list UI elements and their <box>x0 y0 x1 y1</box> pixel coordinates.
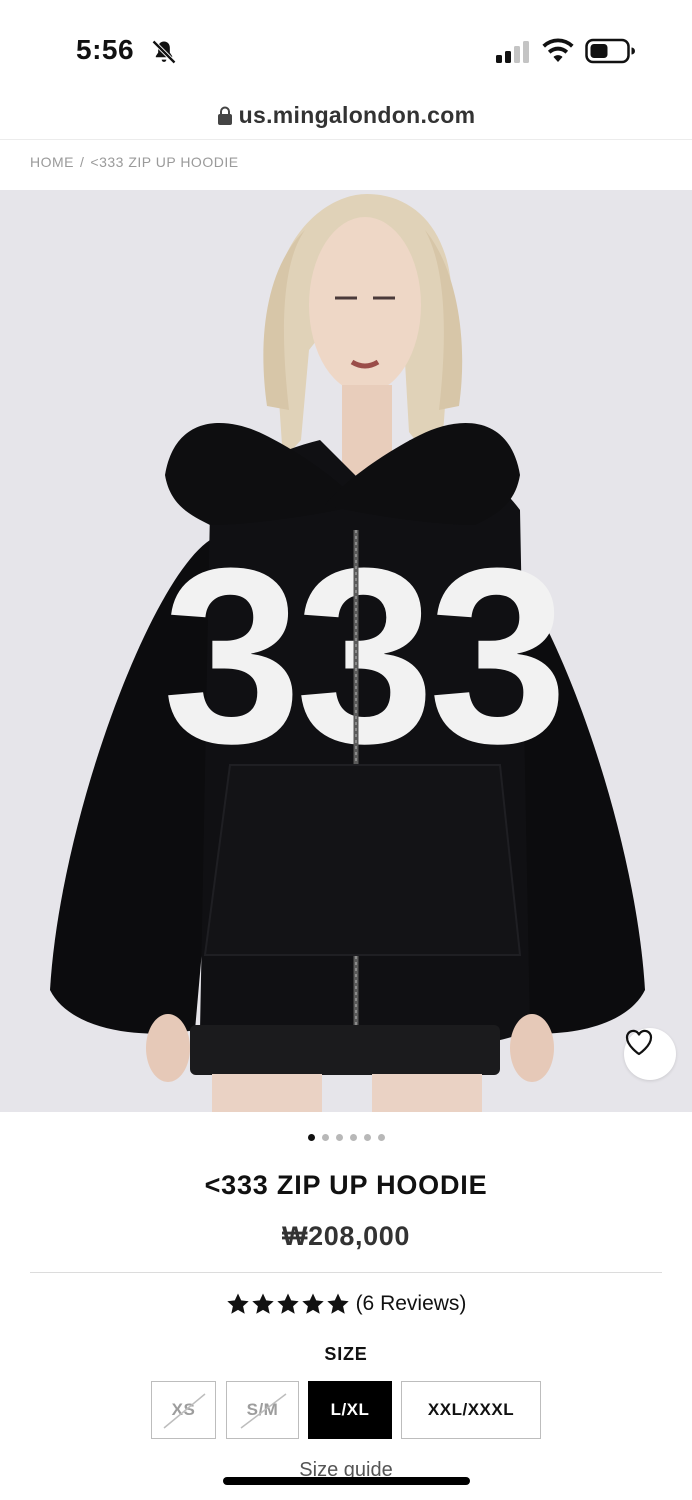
carousel-dot[interactable] <box>321 1134 329 1141</box>
size-option-xs[interactable]: XS <box>151 1381 216 1439</box>
product-price: ₩208,000 <box>282 1221 410 1251</box>
product-image-carousel[interactable]: 333 <box>0 190 692 1112</box>
sold-out-strike <box>163 1393 206 1429</box>
home-indicator[interactable] <box>223 1477 470 1485</box>
breadcrumb-separator: / <box>80 154 85 170</box>
battery-icon <box>585 38 635 64</box>
breadcrumb-home[interactable]: HOME <box>30 154 74 170</box>
heart-icon <box>625 1029 653 1056</box>
wishlist-button[interactable] <box>624 1028 676 1080</box>
star-icon <box>276 1293 299 1314</box>
star-icon <box>326 1293 349 1314</box>
carousel-dot[interactable] <box>335 1134 343 1141</box>
product-title: <333 ZIP UP HOODIE <box>204 1170 488 1200</box>
reviews-count: (6 Reviews) <box>355 1292 467 1315</box>
star-icon <box>251 1293 274 1314</box>
breadcrumb: HOME / <333 ZIP UP HOODIE <box>30 152 239 172</box>
reviews-link[interactable]: (6 Reviews) <box>0 1292 692 1316</box>
status-time: 5:56 <box>76 34 135 65</box>
carousel-dot[interactable] <box>363 1134 371 1141</box>
size-option-label: XXL/XXXL <box>427 1400 515 1419</box>
lock-icon <box>217 106 232 125</box>
size-label: SIZE <box>324 1344 368 1364</box>
url-text: us.mingalondon.com <box>238 102 476 128</box>
status-bar: 5:56 <box>0 0 692 92</box>
star-icon <box>301 1293 324 1314</box>
sold-out-strike <box>240 1393 287 1429</box>
hoodie-print-text: 333 <box>162 516 561 795</box>
carousel-indicator <box>0 1134 692 1141</box>
size-option-label: L/XL <box>330 1400 370 1419</box>
breadcrumb-current: <333 ZIP UP HOODIE <box>90 154 239 170</box>
carousel-dot[interactable] <box>377 1134 385 1141</box>
star-icon <box>226 1293 249 1314</box>
star-rating <box>226 1292 350 1316</box>
size-selector: XS S/M L/XL XXL/XXXL <box>0 1381 692 1439</box>
size-option-xxl-xxxl[interactable]: XXL/XXXL <box>401 1381 541 1439</box>
size-option-sm[interactable]: S/M <box>226 1381 299 1439</box>
carousel-dot[interactable] <box>307 1134 315 1141</box>
bell-slash-icon <box>152 40 176 64</box>
cellular-signal-icon <box>496 41 529 63</box>
size-option-lxl[interactable]: L/XL <box>308 1381 392 1439</box>
product-photo: 333 <box>50 194 645 1112</box>
divider <box>30 1272 662 1273</box>
address-bar[interactable]: us.mingalondon.com <box>0 92 692 140</box>
wifi-icon <box>542 38 574 62</box>
carousel-dot[interactable] <box>349 1134 357 1141</box>
